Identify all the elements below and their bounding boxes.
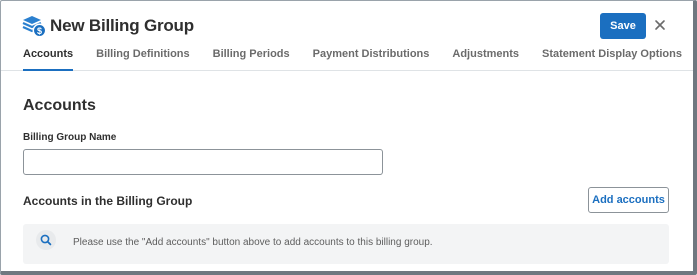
- accounts-in-group-heading: Accounts in the Billing Group: [23, 194, 193, 208]
- billing-group-dollar-icon: $: [21, 14, 47, 38]
- empty-accounts-message: Please use the "Add accounts" button abo…: [23, 224, 669, 264]
- empty-accounts-text: Please use the "Add accounts" button abo…: [73, 237, 433, 248]
- tab-payment-distributions[interactable]: Payment Distributions: [313, 47, 430, 71]
- dialog-header: $ New Billing Group Save Accounts Billin…: [1, 1, 693, 71]
- tab-billing-definitions[interactable]: Billing Definitions: [96, 47, 190, 71]
- billing-group-name-input[interactable]: [23, 149, 383, 175]
- close-icon[interactable]: [652, 17, 668, 33]
- tab-adjustments[interactable]: Adjustments: [452, 47, 519, 71]
- billing-group-name-label: Billing Group Name: [23, 132, 117, 143]
- add-accounts-button[interactable]: Add accounts: [588, 187, 669, 213]
- search-icon: [36, 230, 56, 250]
- tab-bar: Accounts Billing Definitions Billing Per…: [23, 47, 682, 71]
- tab-statement-display-options[interactable]: Statement Display Options: [542, 47, 682, 71]
- tab-billing-periods[interactable]: Billing Periods: [213, 47, 290, 71]
- svg-text:$: $: [37, 26, 42, 36]
- save-button[interactable]: Save: [600, 13, 646, 39]
- section-title: Accounts: [23, 97, 96, 114]
- dialog-title: New Billing Group: [50, 16, 194, 35]
- tab-accounts[interactable]: Accounts: [23, 47, 74, 71]
- dialog-window: $ New Billing Group Save Accounts Billin…: [0, 0, 697, 275]
